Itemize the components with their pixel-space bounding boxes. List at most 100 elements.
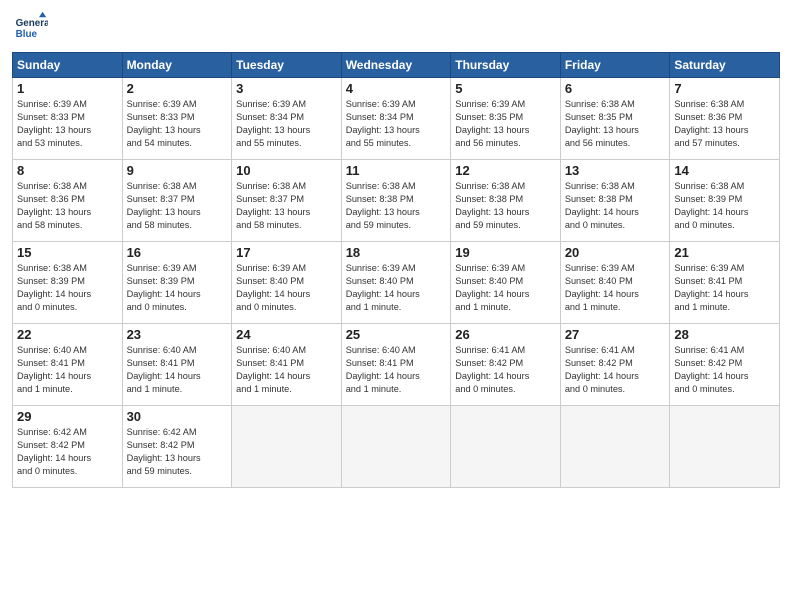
day-number: 21 [674,245,775,260]
day-info: Sunrise: 6:41 AMSunset: 8:42 PMDaylight:… [674,344,775,396]
day-number: 26 [455,327,556,342]
day-cell: 28 Sunrise: 6:41 AMSunset: 8:42 PMDayligh… [670,324,780,406]
day-info: Sunrise: 6:38 AMSunset: 8:36 PMDaylight:… [17,180,118,232]
day-info: Sunrise: 6:38 AMSunset: 8:38 PMDaylight:… [346,180,447,232]
day-number: 17 [236,245,337,260]
calendar-table: SundayMondayTuesdayWednesdayThursdayFrid… [12,52,780,488]
day-info: Sunrise: 6:39 AMSunset: 8:35 PMDaylight:… [455,98,556,150]
weekday-tuesday: Tuesday [232,53,342,78]
day-cell: 27 Sunrise: 6:41 AMSunset: 8:42 PMDayligh… [560,324,670,406]
day-number: 19 [455,245,556,260]
day-cell: 25Sunrise: 6:40 AMSunset: 8:41 PMDayligh… [341,324,451,406]
day-cell [451,406,561,488]
day-number: 7 [674,81,775,96]
day-info: Sunrise: 6:39 AMSunset: 8:33 PMDaylight:… [17,98,118,150]
calendar-body: 1 Sunrise: 6:39 AMSunset: 8:33 PMDaylight… [13,78,780,488]
day-info: Sunrise: 6:38 AMSunset: 8:39 PMDaylight:… [17,262,118,314]
day-info: Sunrise: 6:40 AMSunset: 8:41 PMDaylight:… [236,344,337,396]
day-info: Sunrise: 6:39 AMSunset: 8:39 PMDaylight:… [127,262,228,314]
day-number: 2 [127,81,228,96]
day-info: Sunrise: 6:42 AMSunset: 8:42 PMDaylight:… [127,426,228,478]
day-cell [560,406,670,488]
day-cell: 5 Sunrise: 6:39 AMSunset: 8:35 PMDaylight… [451,78,561,160]
day-cell: 14 Sunrise: 6:38 AMSunset: 8:39 PMDayligh… [670,160,780,242]
day-number: 8 [17,163,118,178]
day-info: Sunrise: 6:39 AMSunset: 8:40 PMDaylight:… [455,262,556,314]
logo: General Blue [12,10,50,46]
weekday-thursday: Thursday [451,53,561,78]
day-info: Sunrise: 6:38 AMSunset: 8:38 PMDaylight:… [455,180,556,232]
day-info: Sunrise: 6:38 AMSunset: 8:36 PMDaylight:… [674,98,775,150]
day-number: 1 [17,81,118,96]
day-info: Sunrise: 6:39 AMSunset: 8:34 PMDaylight:… [346,98,447,150]
weekday-sunday: Sunday [13,53,123,78]
day-cell: 4Sunrise: 6:39 AMSunset: 8:34 PMDaylight… [341,78,451,160]
day-info: Sunrise: 6:39 AMSunset: 8:40 PMDaylight:… [346,262,447,314]
day-cell: 17 Sunrise: 6:39 AMSunset: 8:40 PMDayligh… [232,242,342,324]
day-cell: 1 Sunrise: 6:39 AMSunset: 8:33 PMDaylight… [13,78,123,160]
svg-text:General: General [16,18,48,29]
day-info: Sunrise: 6:38 AMSunset: 8:37 PMDaylight:… [236,180,337,232]
day-number: 11 [346,163,447,178]
weekday-wednesday: Wednesday [341,53,451,78]
day-cell: 18Sunrise: 6:39 AMSunset: 8:40 PMDayligh… [341,242,451,324]
day-number: 24 [236,327,337,342]
day-cell [670,406,780,488]
day-cell: 21Sunrise: 6:39 AMSunset: 8:41 PMDayligh… [670,242,780,324]
day-number: 3 [236,81,337,96]
day-info: Sunrise: 6:39 AMSunset: 8:33 PMDaylight:… [127,98,228,150]
day-number: 5 [455,81,556,96]
day-info: Sunrise: 6:38 AMSunset: 8:37 PMDaylight:… [127,180,228,232]
day-cell: 30Sunrise: 6:42 AMSunset: 8:42 PMDayligh… [122,406,232,488]
day-cell: 6 Sunrise: 6:38 AMSunset: 8:35 PMDaylight… [560,78,670,160]
week-row-1: 1 Sunrise: 6:39 AMSunset: 8:33 PMDaylight… [13,78,780,160]
day-number: 22 [17,327,118,342]
day-cell: 13 Sunrise: 6:38 AMSunset: 8:38 PMDayligh… [560,160,670,242]
day-cell: 20Sunrise: 6:39 AMSunset: 8:40 PMDayligh… [560,242,670,324]
day-info: Sunrise: 6:38 AMSunset: 8:38 PMDaylight:… [565,180,666,232]
day-cell: 23 Sunrise: 6:40 AMSunset: 8:41 PMDayligh… [122,324,232,406]
weekday-friday: Friday [560,53,670,78]
day-cell [232,406,342,488]
day-cell: 12 Sunrise: 6:38 AMSunset: 8:38 PMDayligh… [451,160,561,242]
day-cell: 26Sunrise: 6:41 AMSunset: 8:42 PMDayligh… [451,324,561,406]
day-cell: 3 Sunrise: 6:39 AMSunset: 8:34 PMDaylight… [232,78,342,160]
day-number: 12 [455,163,556,178]
day-info: Sunrise: 6:39 AMSunset: 8:40 PMDaylight:… [236,262,337,314]
day-info: Sunrise: 6:38 AMSunset: 8:39 PMDaylight:… [674,180,775,232]
day-info: Sunrise: 6:39 AMSunset: 8:34 PMDaylight:… [236,98,337,150]
day-number: 29 [17,409,118,424]
day-cell: 29 Sunrise: 6:42 AMSunset: 8:42 PMDayligh… [13,406,123,488]
week-row-4: 22 Sunrise: 6:40 AMSunset: 8:41 PMDayligh… [13,324,780,406]
day-cell: 24 Sunrise: 6:40 AMSunset: 8:41 PMDayligh… [232,324,342,406]
day-info: Sunrise: 6:40 AMSunset: 8:41 PMDaylight:… [127,344,228,396]
day-info: Sunrise: 6:41 AMSunset: 8:42 PMDaylight:… [565,344,666,396]
week-row-5: 29 Sunrise: 6:42 AMSunset: 8:42 PMDayligh… [13,406,780,488]
day-info: Sunrise: 6:40 AMSunset: 8:41 PMDaylight:… [17,344,118,396]
day-number: 27 [565,327,666,342]
day-cell: 16Sunrise: 6:39 AMSunset: 8:39 PMDayligh… [122,242,232,324]
calendar-container: General Blue SundayMondayTuesdayWednesda… [0,0,792,498]
day-cell: 10 Sunrise: 6:38 AMSunset: 8:37 PMDayligh… [232,160,342,242]
day-number: 14 [674,163,775,178]
day-number: 28 [674,327,775,342]
day-number: 9 [127,163,228,178]
day-cell: 11 Sunrise: 6:38 AMSunset: 8:38 PMDayligh… [341,160,451,242]
day-number: 25 [346,327,447,342]
day-cell: 8 Sunrise: 6:38 AMSunset: 8:36 PMDaylight… [13,160,123,242]
day-number: 10 [236,163,337,178]
weekday-monday: Monday [122,53,232,78]
logo-icon: General Blue [12,10,48,46]
day-info: Sunrise: 6:42 AMSunset: 8:42 PMDaylight:… [17,426,118,478]
day-number: 20 [565,245,666,260]
day-info: Sunrise: 6:38 AMSunset: 8:35 PMDaylight:… [565,98,666,150]
svg-text:Blue: Blue [16,29,38,40]
day-cell: 7 Sunrise: 6:38 AMSunset: 8:36 PMDaylight… [670,78,780,160]
weekday-saturday: Saturday [670,53,780,78]
day-cell: 19 Sunrise: 6:39 AMSunset: 8:40 PMDayligh… [451,242,561,324]
day-number: 13 [565,163,666,178]
weekday-header-row: SundayMondayTuesdayWednesdayThursdayFrid… [13,53,780,78]
day-number: 23 [127,327,228,342]
day-cell: 2 Sunrise: 6:39 AMSunset: 8:33 PMDaylight… [122,78,232,160]
day-number: 6 [565,81,666,96]
